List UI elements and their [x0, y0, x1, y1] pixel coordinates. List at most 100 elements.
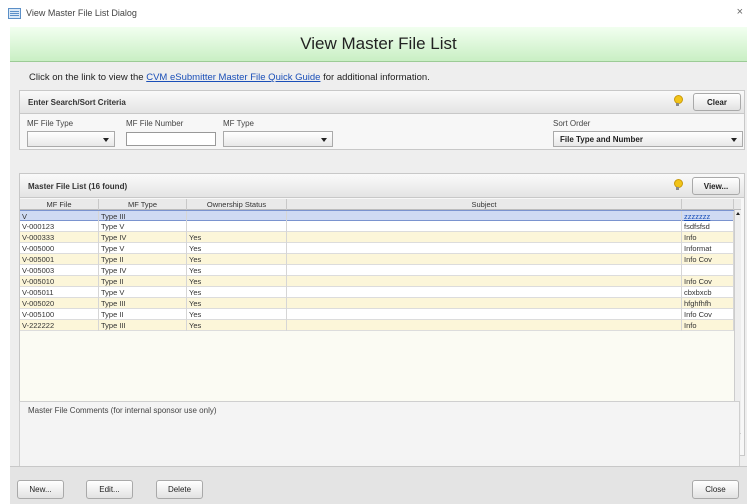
mf-type-cell: Type III: [99, 320, 187, 331]
mf-file-type-label: MF File Type: [27, 119, 74, 128]
mf-type-cell: Type II: [99, 254, 187, 265]
info-cell: Info: [682, 232, 734, 243]
mf-file-number-input[interactable]: [126, 132, 216, 146]
ownership-status-cell: Yes: [187, 276, 287, 287]
table-row[interactable]: V-005000 Type V Yes Informat: [20, 243, 741, 254]
table-row[interactable]: V-222222 Type III Yes Info: [20, 320, 741, 331]
mf-type-cell: Type III: [99, 298, 187, 309]
sort-order-select[interactable]: File Type and Number: [553, 131, 743, 147]
mf-file-cell: V-000123: [20, 221, 99, 232]
ownership-status-cell: Yes: [187, 265, 287, 276]
subject-cell: [287, 287, 682, 298]
table-header: MF File MF Type Ownership Status Subject: [20, 199, 741, 210]
mf-type-cell: Type V: [99, 287, 187, 298]
mf-file-cell: V-005100: [20, 309, 99, 320]
info-cell: Info Cov: [682, 254, 734, 265]
table-row[interactable]: V-005010Type IIYesBENZHYDRYL PENICILLIN …: [20, 276, 741, 287]
mf-file-number-label: MF File Number: [126, 119, 184, 128]
mf-file-cell: V-005020: [20, 298, 99, 309]
ownership-status-cell: Yes: [187, 243, 287, 254]
info-cell: fsdfsfsd: [682, 221, 734, 232]
mf-type-cell: Type V: [99, 243, 187, 254]
ownership-status-cell: [187, 221, 287, 232]
new-button[interactable]: New...: [17, 480, 64, 499]
info-cell: cbxbxcb: [682, 287, 734, 298]
ownership-status-cell: Yes: [187, 320, 287, 331]
mf-type-cell: Type IV: [99, 232, 187, 243]
close-button[interactable]: Close: [692, 480, 739, 499]
dialog-footer: New... Edit... Delete Close: [10, 466, 747, 504]
table-row[interactable]: V-005003Type IVYesBENZIDINE SULFATE (7T2…: [20, 265, 741, 276]
ownership-status-cell: Yes: [187, 232, 287, 243]
ownership-status-cell: Yes: [187, 254, 287, 265]
mf-type-cell: Type II: [99, 276, 187, 287]
master-file-list-header: Master File List (16 found) View...: [20, 174, 744, 198]
mf-file-cell: V-005011: [20, 287, 99, 298]
scroll-up-icon[interactable]: [736, 212, 740, 215]
window-close-icon[interactable]: ×: [737, 6, 743, 18]
mf-type-cell: Type II: [99, 309, 187, 320]
subject-cell: [287, 254, 682, 265]
info-cell: [682, 265, 734, 276]
mf-file-type-select[interactable]: [27, 131, 115, 147]
quick-guide-link[interactable]: CVM eSubmitter Master File Quick Guide: [146, 72, 320, 83]
table-row[interactable]: V-005020Type IIIYesCHROMIC SULFATE PENTA…: [20, 298, 741, 309]
subject-cell: [287, 265, 682, 276]
lightbulb-help-icon[interactable]: [673, 179, 683, 191]
clear-button[interactable]: Clear: [693, 93, 741, 111]
table-row[interactable]: V-005100Type IIYesBENZHYDRYL PENICILLIN …: [20, 309, 741, 320]
window-titlebar: View Master File List Dialog ×: [0, 0, 747, 26]
mf-type-label: MF Type: [223, 119, 254, 128]
table-row[interactable]: V-000123 Type V fsdfsfsd: [20, 221, 741, 232]
table-row[interactable]: V-000333 Type IV Yes Info: [20, 232, 741, 243]
info-cell: Info Cov: [682, 309, 734, 320]
table-row[interactable]: VType IIIHEXYL BENZOATE (VRJC38EKJR)zzzz…: [20, 210, 741, 222]
intro-suffix: for additional information.: [320, 72, 430, 83]
subject-cell: [287, 243, 682, 254]
ownership-status-cell: Yes: [187, 287, 287, 298]
table-row[interactable]: V-005001Type IIYesBENZHYDRYL PENICILLIN …: [20, 254, 741, 265]
master-file-comments-label: Master File Comments (for internal spons…: [28, 406, 217, 415]
mf-type-cell: Type V: [99, 221, 187, 232]
subject-cell: [287, 320, 682, 331]
dialog-banner: View Master File List: [10, 27, 747, 62]
delete-button[interactable]: Delete: [156, 480, 203, 499]
search-criteria-panel: Enter Search/Sort Criteria Clear MF File…: [19, 90, 745, 150]
dialog-title: View Master File List: [300, 34, 457, 53]
mf-file-cell: V-000333: [20, 232, 99, 243]
column-header-mf-file[interactable]: MF File: [20, 199, 99, 210]
subject-cell: [287, 298, 682, 309]
mf-file-cell: V-005010: [20, 276, 99, 287]
subject-cell: [287, 232, 682, 243]
info-cell: Info Cov: [682, 276, 734, 287]
info-cell: Informat: [682, 243, 734, 254]
intro-prefix: Click on the link to view the: [29, 72, 147, 83]
column-header-info[interactable]: [682, 199, 734, 210]
sort-order-value: File Type and Number: [560, 135, 643, 144]
window-title: View Master File List Dialog: [26, 8, 137, 18]
search-criteria-title: Enter Search/Sort Criteria: [28, 98, 126, 107]
chevron-down-icon: [321, 138, 327, 142]
lightbulb-help-icon[interactable]: [673, 95, 683, 107]
view-button[interactable]: View...: [692, 177, 740, 195]
edit-button[interactable]: Edit...: [86, 480, 133, 499]
sort-order-label: Sort Order: [553, 119, 591, 128]
mf-file-cell: V-005000: [20, 243, 99, 254]
info-cell: Info: [682, 320, 734, 331]
subject-cell: [287, 309, 682, 320]
mf-file-cell: V-222222: [20, 320, 99, 331]
ownership-status-cell: Yes: [187, 309, 287, 320]
subject-cell: [287, 276, 682, 287]
column-header-subject[interactable]: Subject: [287, 199, 682, 210]
search-criteria-header: Enter Search/Sort Criteria Clear: [20, 91, 744, 114]
intro-text: Click on the link to view the CVM eSubmi…: [29, 72, 430, 83]
master-file-list-title: Master File List (16 found): [28, 182, 128, 191]
column-header-ownership-status[interactable]: Ownership Status: [187, 199, 287, 210]
table-row[interactable]: V-005011 Type V Yes cbxbxcb: [20, 287, 741, 298]
mf-file-cell: V-005001: [20, 254, 99, 265]
mf-type-cell: Type IV: [99, 265, 187, 276]
mf-type-select[interactable]: [223, 131, 333, 147]
subject-cell: [287, 221, 682, 232]
column-header-mf-type[interactable]: MF Type: [99, 199, 187, 210]
info-cell: hfghfhfh: [682, 298, 734, 309]
